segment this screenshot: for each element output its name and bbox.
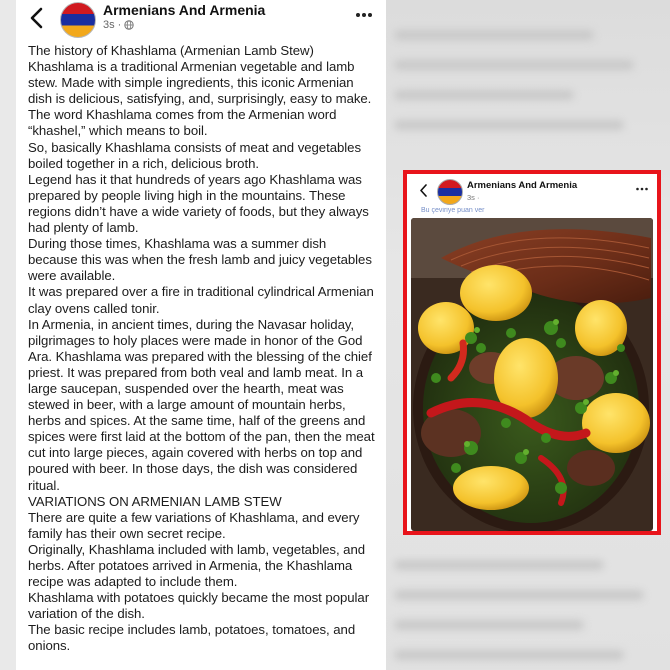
card-avatar[interactable]	[437, 179, 463, 205]
post-paragraph: Khashlama is a traditional Armenian vege…	[28, 59, 372, 107]
post-meta: 3s ·	[103, 19, 134, 31]
more-options-icon[interactable]	[635, 185, 649, 193]
post-paragraph: Originally, Khashlama included with lamb…	[28, 541, 366, 590]
post-paragraph: The basic recipe includes lamb, potatoes…	[28, 622, 356, 654]
post-paragraph: Legend has it that hundreds of years ago…	[28, 171, 369, 236]
post-paragraph: In Armenia, in ancient times, during the…	[28, 316, 375, 493]
post-paragraph: It was prepared over a fire in tradition…	[28, 284, 374, 316]
globe-icon	[124, 20, 134, 30]
post-body-text: The history of Khashlama (Armenian Lamb …	[28, 43, 378, 655]
meta-separator: ·	[117, 19, 122, 31]
post-paragraph: There are quite a few variations of Khas…	[28, 509, 360, 541]
post-paragraph: During those times, Khashlama was a summ…	[28, 236, 372, 284]
card-post-time: 3s ·	[467, 193, 480, 202]
avatar[interactable]	[60, 2, 96, 38]
card-header: Armenians And Armenia 3s ·	[407, 174, 657, 210]
page-name[interactable]: Armenians And Armenia	[103, 2, 265, 18]
post-time: 3s	[103, 19, 115, 31]
post-paragraph: The word Khashlama comes from the Armeni…	[28, 107, 337, 139]
post-paragraph: Khashlama with potatoes quickly became t…	[28, 590, 370, 622]
section-heading: VARIATIONS ON ARMENIAN LAMB STEW	[28, 493, 282, 509]
translate-rating-link[interactable]: Bu çeviriye puan ver	[421, 207, 484, 214]
post-header: Armenians And Armenia 3s ·	[16, 0, 386, 42]
post-heading: The history of Khashlama (Armenian Lamb …	[28, 43, 314, 58]
post-paragraph: So, basically Khashlama consists of meat…	[28, 139, 361, 171]
post-panel: Armenians And Armenia 3s · The history o…	[16, 0, 386, 670]
more-options-icon[interactable]	[354, 8, 374, 22]
khashlama-photo[interactable]	[411, 218, 653, 531]
card-page-name[interactable]: Armenians And Armenia	[467, 180, 577, 191]
back-arrow-icon[interactable]	[28, 7, 46, 29]
back-arrow-icon[interactable]	[419, 184, 428, 197]
highlighted-post-screenshot: Armenians And Armenia 3s · Bu çeviriye p…	[403, 170, 661, 535]
